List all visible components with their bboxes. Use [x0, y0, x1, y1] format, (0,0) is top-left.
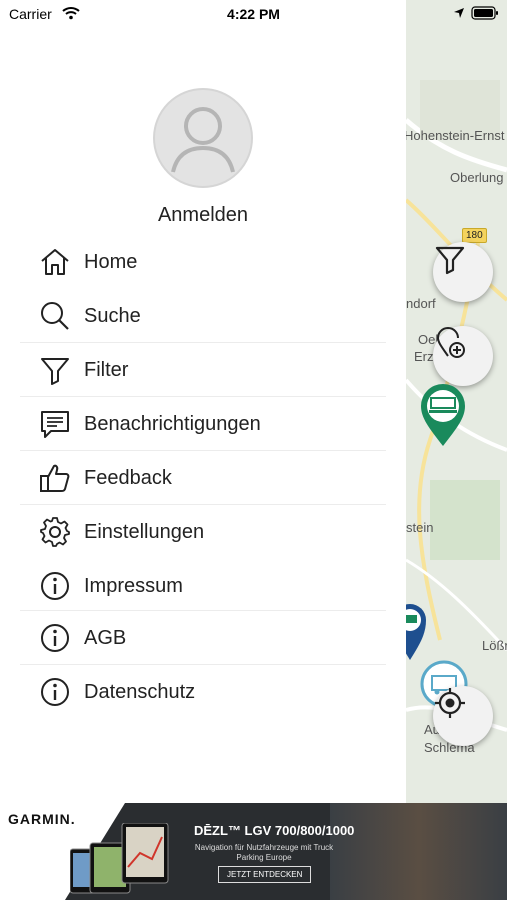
- info-icon: [41, 624, 69, 652]
- map-label: Erz: [414, 349, 434, 364]
- menu-item-label: Filter: [84, 358, 129, 381]
- menu-item-label: Datenschutz: [84, 680, 196, 703]
- thumbs-up-icon: [40, 464, 70, 492]
- login-link[interactable]: Anmelden: [0, 204, 406, 227]
- message-icon: [41, 411, 69, 438]
- user-icon: [171, 107, 235, 173]
- status-bar: Carrier 4:22 PM: [0, 0, 507, 28]
- road-number-badge: 180: [462, 228, 487, 243]
- home-icon: [41, 249, 69, 275]
- add-location-icon: [436, 327, 465, 358]
- battery-icon: [471, 6, 498, 20]
- menu-item-terms[interactable]: AGB: [20, 611, 386, 665]
- menu-item-search[interactable]: Suche: [20, 289, 386, 343]
- avatar[interactable]: [153, 88, 253, 188]
- menu-item-label: AGB: [84, 626, 127, 649]
- add-location-button[interactable]: [433, 326, 493, 386]
- map-label: Hohenstein-Ernst: [404, 128, 505, 143]
- ad-subtitle: Navigation für Nutzfahrzeuge mit Truck P…: [194, 843, 334, 862]
- search-icon: [41, 302, 69, 330]
- menu-item-label: Impressum: [84, 574, 183, 597]
- menu-item-home[interactable]: Home: [20, 235, 386, 289]
- gear-icon: [40, 517, 70, 547]
- menu-item-label: Home: [84, 250, 138, 273]
- map-label: Lößn: [482, 638, 507, 653]
- filter-icon: [41, 358, 69, 385]
- menu-item-label: Suche: [84, 304, 141, 327]
- info-icon: [41, 572, 69, 600]
- menu-item-settings[interactable]: Einstellungen: [20, 505, 386, 559]
- location-arrow-icon: [454, 8, 464, 18]
- garmin-logo: GARMIN.: [8, 811, 76, 827]
- ad-banner[interactable]: GARMIN. DĒZL™ LGV 700/800/1000 Navigatio…: [0, 803, 507, 900]
- map-filter-button[interactable]: [433, 242, 493, 302]
- locate-me-button[interactable]: [433, 686, 493, 746]
- menu-item-notifications[interactable]: Benachrichtigungen: [20, 397, 386, 451]
- menu-item-label: Feedback: [84, 466, 172, 489]
- map-label: Oberlung: [450, 170, 504, 185]
- side-drawer: Anmelden Home Suche Filter Benachrichtig…: [0, 0, 406, 803]
- menu-item-imprint[interactable]: Impressum: [20, 559, 386, 613]
- parking-marker-green[interactable]: [419, 384, 467, 448]
- menu-item-filter[interactable]: Filter: [20, 343, 386, 397]
- ad-cta-button[interactable]: JETZT ENTDECKEN: [218, 866, 312, 883]
- status-time: 4:22 PM: [227, 6, 280, 22]
- menu-item-label: Einstellungen: [84, 520, 205, 543]
- map-label: ndorf: [406, 296, 436, 311]
- navigation-devices-image: [70, 823, 169, 894]
- menu-item-label: Benachrichtigungen: [84, 412, 261, 435]
- ad-title: DĒZL™ LGV 700/800/1000: [194, 823, 355, 838]
- menu-item-feedback[interactable]: Feedback: [20, 451, 386, 505]
- info-icon: [41, 678, 69, 706]
- ad-photo: [330, 803, 507, 900]
- map-label: stein: [406, 520, 434, 535]
- crosshair-icon: [435, 688, 465, 718]
- filter-icon: [435, 246, 465, 275]
- menu-item-privacy[interactable]: Datenschutz: [20, 665, 386, 719]
